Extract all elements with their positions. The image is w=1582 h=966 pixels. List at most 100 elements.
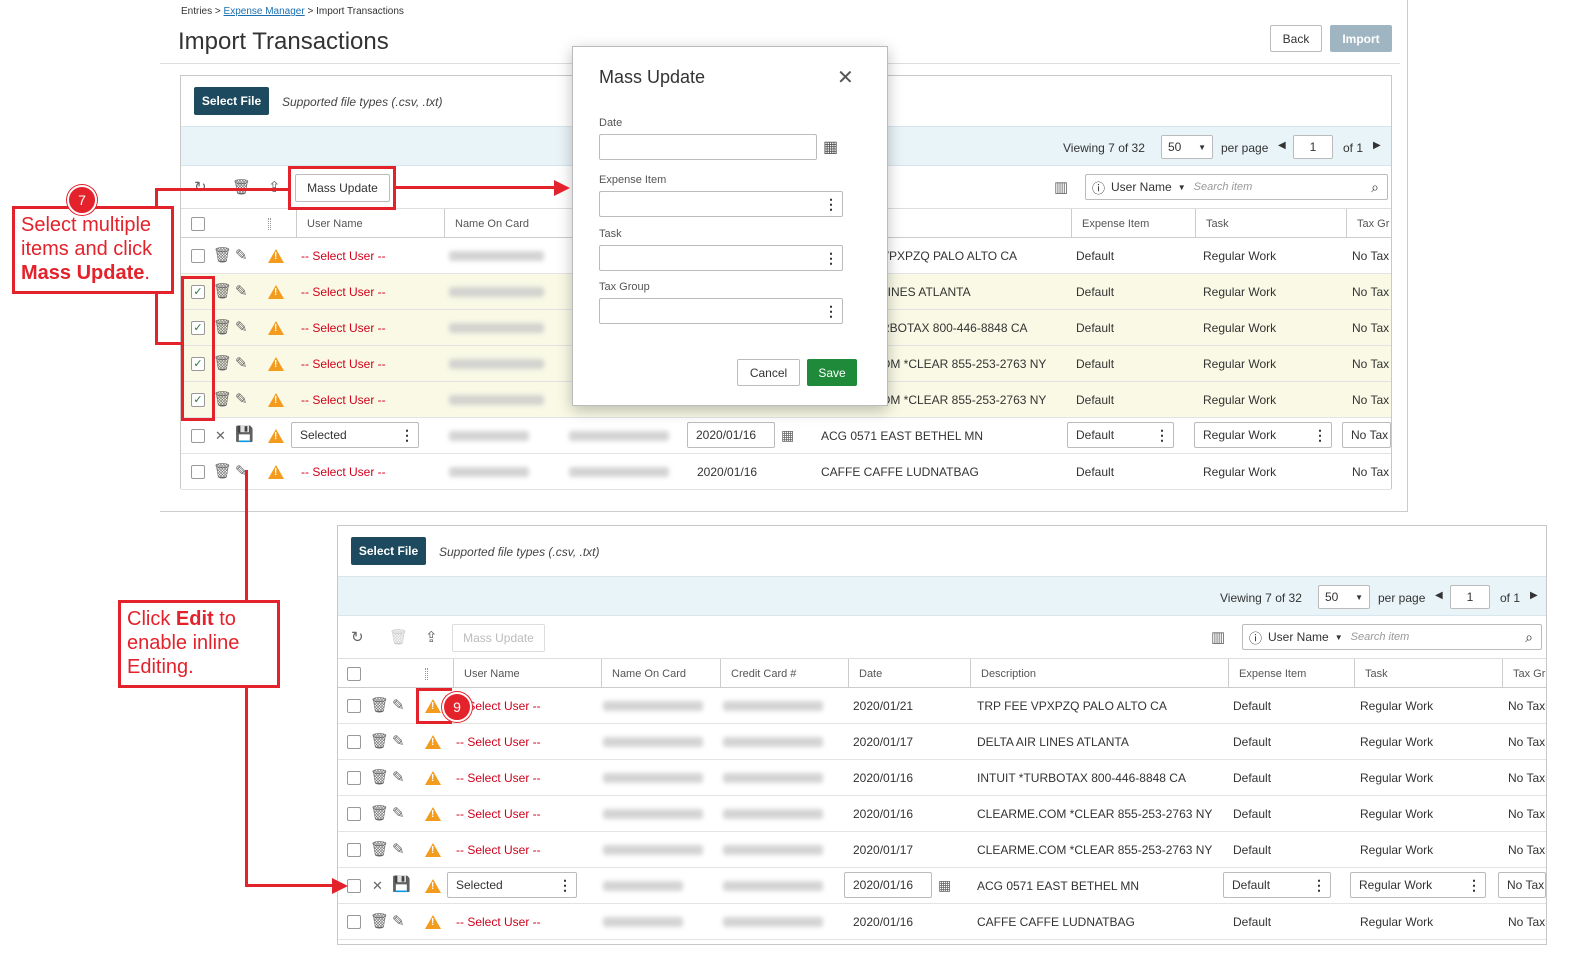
table-row-editing[interactable]: ✕ 💾 Selected ⋮ 2020/01/16 ▦ ACG 0571 EAST…	[181, 418, 1391, 454]
row-checkbox[interactable]	[191, 465, 205, 479]
columns-icon[interactable]: ▥	[1054, 180, 1068, 196]
row-user[interactable]: -- Select User --	[301, 454, 386, 490]
task-select[interactable]: Regular Work ⋮	[1194, 422, 1332, 448]
tax-select[interactable]: No Tax	[1342, 422, 1391, 448]
expense-select[interactable]: Default ⋮	[1067, 422, 1174, 448]
task-select[interactable]: Regular Work ⋮	[1350, 872, 1486, 898]
row-checkbox[interactable]	[347, 879, 361, 893]
row-checkbox[interactable]	[191, 429, 205, 443]
page-input[interactable]: 1	[1450, 585, 1490, 609]
export-icon[interactable]: ⇪	[425, 630, 438, 646]
breadcrumb-entries[interactable]: Entries	[181, 6, 212, 17]
page-input[interactable]: 1	[1293, 135, 1333, 159]
select-file-button[interactable]: Select File	[351, 537, 426, 565]
trash-icon[interactable]: 🗑	[213, 464, 232, 480]
col-name-on-card[interactable]: Name On Card	[444, 209, 564, 239]
kebab-icon[interactable]: ⋮	[1155, 427, 1169, 443]
col-expense-item[interactable]: Expense Item	[1071, 209, 1189, 239]
table-row[interactable]: 🗑 ✎ -- Select User -- 2020/01/17 CLEARME…	[338, 832, 1546, 868]
trash-icon[interactable]: 🗑	[370, 806, 389, 822]
save-icon[interactable]: 💾	[392, 877, 411, 893]
pencil-icon[interactable]: ✎	[235, 284, 248, 300]
row-checkbox[interactable]	[347, 843, 361, 857]
trash-icon[interactable]: 🗑	[213, 356, 232, 372]
kebab-icon[interactable]: ⋮	[400, 427, 414, 443]
kebab-icon[interactable]: ⋮	[1312, 877, 1326, 893]
search-box[interactable]: ⓘ User Name ▼ Search item ⌕	[1085, 174, 1388, 200]
row-user[interactable]: -- Select User --	[456, 796, 541, 832]
per-page-select[interactable]: 50 ▼	[1318, 585, 1370, 609]
search-icon[interactable]: ⌕	[1525, 629, 1533, 646]
row-user[interactable]: -- Select User --	[301, 382, 386, 418]
refresh-icon[interactable]: ↻	[351, 630, 364, 646]
kebab-icon[interactable]: ⋮	[824, 303, 838, 319]
close-icon[interactable]: ✕	[837, 65, 854, 90]
prev-page-icon[interactable]: ◀	[1278, 140, 1286, 151]
columns-icon[interactable]: ▥	[1211, 630, 1225, 646]
per-page-select[interactable]: 50 ▼	[1161, 135, 1213, 159]
kebab-icon[interactable]: ⋮	[558, 877, 572, 893]
col-expense-item[interactable]: Expense Item	[1228, 659, 1346, 689]
user-select[interactable]: Selected ⋮	[291, 422, 419, 448]
back-button[interactable]: Back	[1270, 25, 1322, 52]
trash-icon[interactable]: 🗑	[389, 630, 408, 646]
row-checkbox[interactable]	[347, 735, 361, 749]
table-row[interactable]: 🗑 ✎ -- Select User -- 2020/01/16 INTUIT …	[338, 760, 1546, 796]
trash-icon[interactable]: 🗑	[213, 320, 232, 336]
pencil-icon[interactable]: ✎	[392, 914, 405, 930]
col-tax-group[interactable]: Tax Gr	[1502, 659, 1546, 689]
trash-icon[interactable]: 🗑	[370, 734, 389, 750]
row-checkbox[interactable]	[347, 807, 361, 821]
search-icon[interactable]: ⌕	[1371, 179, 1379, 196]
pencil-icon[interactable]: ✎	[392, 698, 405, 714]
search-field-label[interactable]: User Name	[1268, 630, 1329, 644]
close-icon[interactable]: ✕	[215, 428, 226, 444]
trash-icon[interactable]: 🗑	[370, 914, 389, 930]
pencil-icon[interactable]: ✎	[235, 392, 248, 408]
modal-date-input[interactable]	[599, 134, 817, 160]
date-input[interactable]: 2020/01/16	[687, 422, 775, 448]
pencil-icon[interactable]: ✎	[392, 806, 405, 822]
select-file-button[interactable]: Select File	[194, 87, 269, 115]
trash-icon[interactable]: 🗑	[370, 770, 389, 786]
row-user[interactable]: -- Select User --	[456, 760, 541, 796]
next-page-icon[interactable]: ▶	[1530, 590, 1538, 601]
tax-select[interactable]: No Tax	[1498, 872, 1546, 898]
pencil-icon[interactable]: ✎	[392, 770, 405, 786]
close-icon[interactable]: ✕	[372, 878, 383, 894]
trash-icon[interactable]: 🗑	[213, 248, 232, 264]
date-input[interactable]: 2020/01/16	[844, 872, 932, 898]
row-user[interactable]: -- Select User --	[301, 274, 386, 310]
modal-task-input[interactable]: ⋮	[599, 245, 843, 271]
col-user-name[interactable]: User Name	[453, 659, 595, 689]
trash-icon[interactable]: 🗑	[370, 698, 389, 714]
import-button[interactable]: Import	[1330, 25, 1392, 52]
calendar-icon[interactable]: ▦	[938, 877, 951, 893]
search-field-label[interactable]: User Name	[1111, 180, 1172, 194]
mass-update-button[interactable]: Mass Update	[452, 624, 545, 652]
col-tax-group[interactable]: Tax Gr	[1346, 209, 1391, 239]
search-box[interactable]: ⓘ User Name ▼ Search item ⌕	[1242, 624, 1542, 650]
cancel-button[interactable]: Cancel	[737, 359, 800, 386]
table-row[interactable]: 🗑 ✎ -- Select User -- 2020/01/21 TRP FEE…	[338, 688, 1546, 724]
col-task[interactable]: Task	[1195, 209, 1340, 239]
row-user[interactable]: -- Select User --	[456, 724, 541, 760]
table-row[interactable]: 🗑 ✎ -- Select User -- 2020/01/16 CAFFE C…	[338, 904, 1546, 940]
modal-expense-input[interactable]: ⋮	[599, 191, 843, 217]
modal-tax-input[interactable]: ⋮	[599, 298, 843, 324]
trash-icon[interactable]: 🗑	[213, 392, 232, 408]
kebab-icon[interactable]: ⋮	[1313, 427, 1327, 443]
save-button[interactable]: Save	[807, 359, 857, 386]
select-all-checkbox[interactable]	[191, 217, 205, 231]
kebab-icon[interactable]: ⋮	[1467, 877, 1481, 893]
breadcrumb-expense-manager[interactable]: Expense Manager	[224, 6, 305, 17]
col-task[interactable]: Task	[1354, 659, 1494, 689]
table-row[interactable]: 🗑 ✎ -- Select User -- 2020/01/17 DELTA A…	[338, 724, 1546, 760]
col-user-name[interactable]: User Name	[296, 209, 438, 239]
row-checkbox[interactable]	[347, 699, 361, 713]
row-checkbox[interactable]	[347, 771, 361, 785]
row-checkbox[interactable]	[191, 249, 205, 263]
table-row[interactable]: 🗑 ✎ -- Select User -- 2020/01/16 CAFFE C…	[181, 454, 1391, 490]
pencil-icon[interactable]: ✎	[392, 842, 405, 858]
kebab-icon[interactable]: ⋮	[824, 196, 838, 212]
